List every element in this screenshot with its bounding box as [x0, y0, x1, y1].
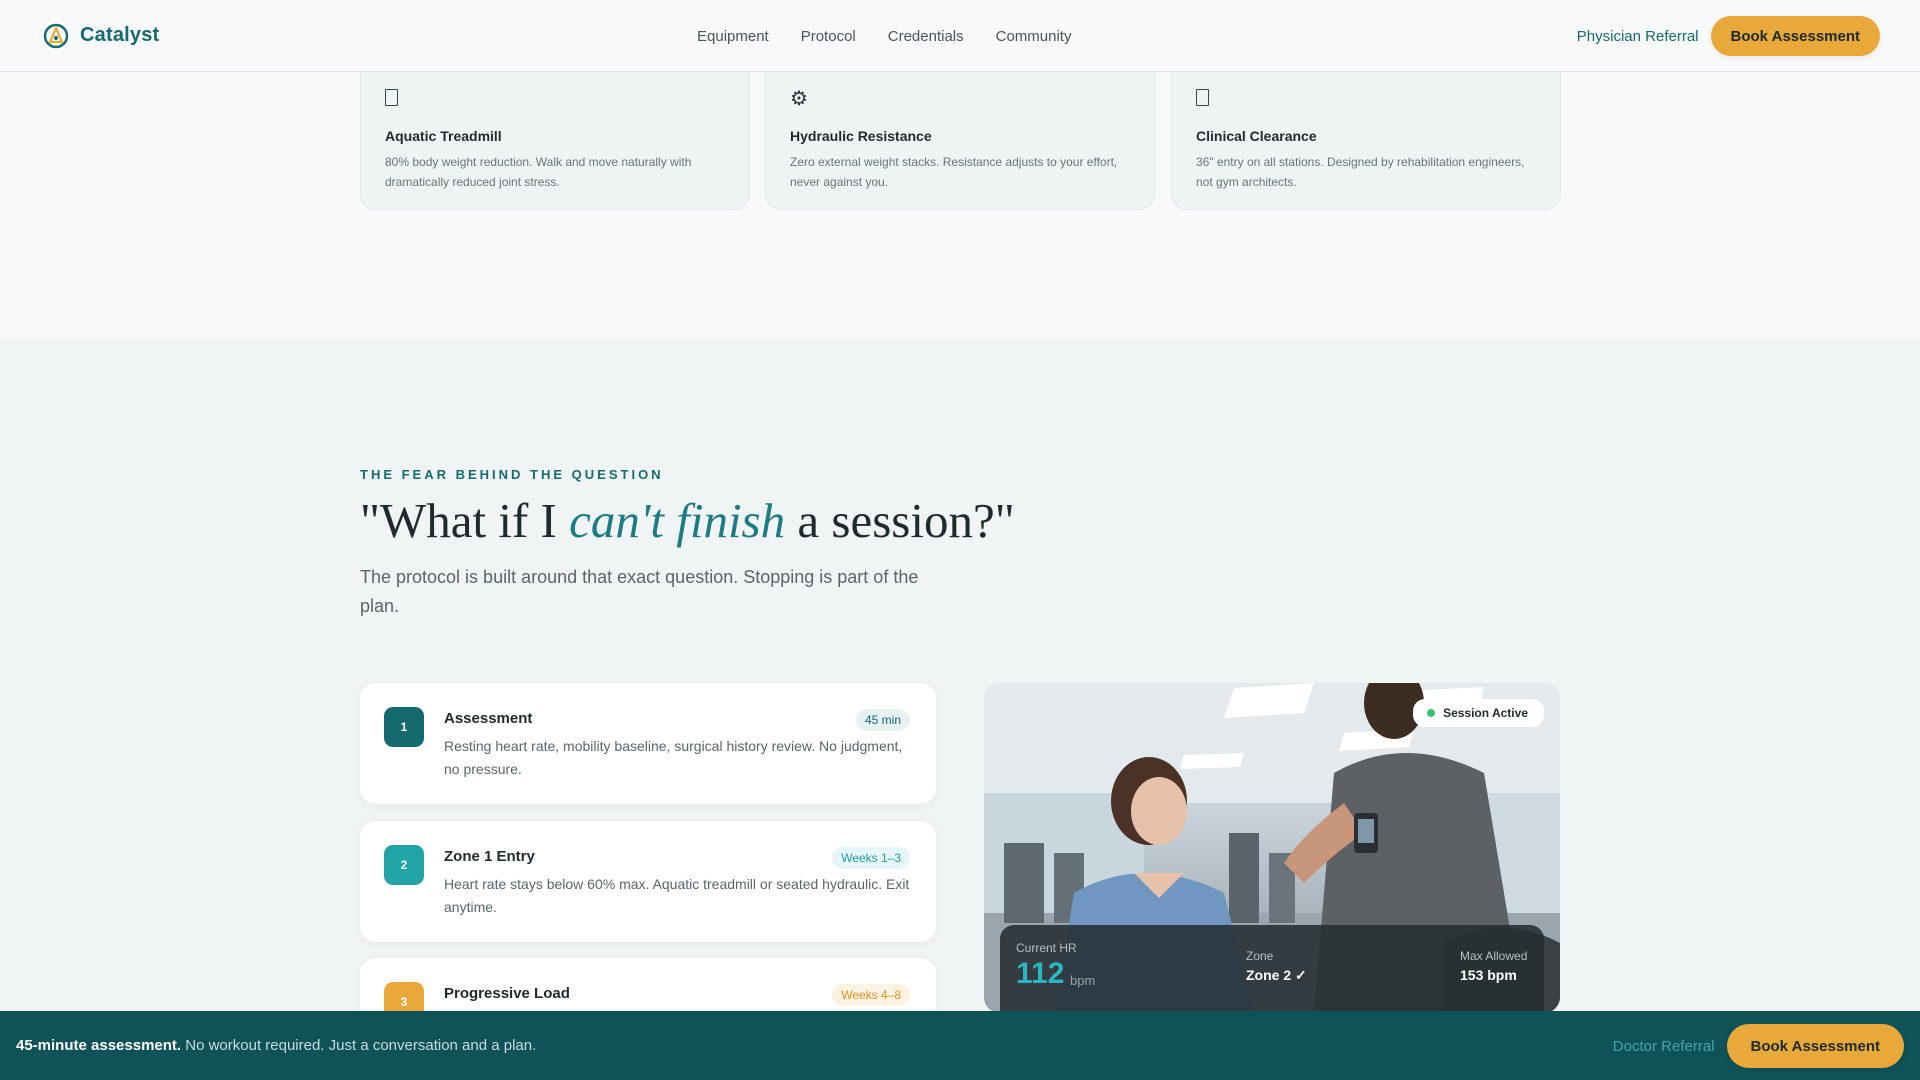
current-hr-unit: bpm — [1070, 973, 1096, 988]
headline-pre: "What if I — [360, 493, 570, 548]
duration-pill: Weeks 1–3 — [832, 847, 910, 869]
step-card-assessment: 1 Assessment Resting heart rate, mobilit… — [360, 683, 936, 804]
cta-actions: Doctor Referral Book Assessment — [1613, 1024, 1904, 1068]
step-desc: Resting heart rate, mobility baseline, s… — [444, 738, 903, 777]
zone-label: Zone — [1246, 949, 1274, 963]
gear-icon: ⚙ — [790, 88, 808, 110]
zone-value: Zone 2 ✓ — [1246, 967, 1307, 983]
step-number: 2 — [384, 845, 424, 885]
feature-card-aquatic-treadmill: Aquatic Treadmill 80% body weight reduct… — [360, 72, 750, 210]
document-icon — [385, 86, 725, 110]
book-assessment-button[interactable]: Book Assessment — [1710, 16, 1880, 56]
feature-desc: Zero external weight stacks. Resistance … — [790, 155, 1118, 189]
current-hr-label: Current HR — [1016, 941, 1077, 955]
sticky-cta-bar: 45-minute assessment. No workout require… — [0, 1011, 1920, 1080]
headline-post: a session?" — [785, 493, 1015, 548]
nav-credentials[interactable]: Credentials — [888, 28, 964, 45]
max-allowed-value: 153 bpm — [1460, 967, 1517, 983]
current-hr-value: 112 — [1016, 957, 1065, 990]
cta-message-strong: 45-minute assessment. — [16, 1037, 182, 1054]
cta-message: 45-minute assessment. No workout require… — [16, 1037, 536, 1054]
duration-pill: Weeks 4–8 — [832, 984, 910, 1006]
brand-name: Catalyst — [80, 24, 160, 46]
main-nav: Equipment Protocol Credentials Community — [697, 0, 1071, 72]
duration-pill: 45 min — [855, 709, 910, 731]
feature-title: Hydraulic Resistance — [790, 128, 932, 144]
headline-emphasis: can't finish — [569, 493, 786, 548]
feature-desc: 80% body weight reduction. Walk and move… — [385, 155, 692, 189]
session-photo-card: Session Active Current HR 112 bpm Zone Z… — [984, 683, 1560, 1013]
step-card-zone-1-entry: 2 Zone 1 Entry Heart rate stays below 60… — [360, 821, 936, 942]
session-stats-panel: Current HR 112 bpm Zone Zone 2 ✓ Max All… — [1000, 925, 1544, 1013]
section-eyebrow: THE FEAR BEHIND THE QUESTION — [360, 467, 664, 482]
cta-message-body: No workout required. Just a conversation… — [181, 1037, 537, 1054]
nav-equipment[interactable]: Equipment — [697, 28, 769, 45]
status-dot-icon — [1427, 709, 1436, 717]
step-number: 1 — [384, 707, 424, 747]
session-status-label: Session Active — [1443, 706, 1528, 720]
feature-card-hydraulic-resistance: ⚙ Hydraulic Resistance Zero external wei… — [765, 72, 1155, 210]
nav-protocol[interactable]: Protocol — [801, 28, 856, 45]
step-title: Assessment — [444, 710, 533, 727]
section-lead: The protocol is built around that exact … — [360, 567, 919, 616]
brand[interactable]: Catalyst — [42, 22, 159, 50]
doctor-referral-link[interactable]: Doctor Referral — [1613, 1038, 1715, 1055]
feature-desc: 36" entry on all stations. Designed by r… — [1196, 155, 1525, 189]
feature-card-clinical-clearance: Clinical Clearance 36" entry on all stat… — [1171, 72, 1561, 210]
session-status-badge: Session Active — [1413, 699, 1544, 727]
feature-title: Clinical Clearance — [1196, 128, 1317, 144]
max-allowed-label: Max Allowed — [1460, 949, 1528, 963]
book-assessment-bottom-button[interactable]: Book Assessment — [1726, 1024, 1904, 1068]
document-icon — [1196, 86, 1536, 110]
physician-referral-link[interactable]: Physician Referral — [1577, 28, 1699, 45]
nav-community[interactable]: Community — [996, 28, 1072, 45]
header-actions: Physician Referral Book Assessment — [1577, 16, 1880, 56]
catalyst-logo-icon — [43, 23, 69, 48]
section-headline: "What if I can't finish a session?" — [360, 492, 1015, 549]
feature-title: Aquatic Treadmill — [385, 128, 502, 144]
step-desc: Heart rate stays below 60% max. Aquatic … — [444, 876, 910, 915]
site-header: Catalyst Equipment Protocol Credentials … — [0, 0, 1920, 72]
